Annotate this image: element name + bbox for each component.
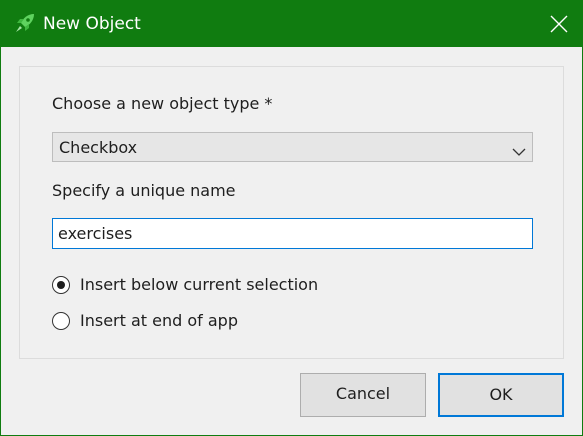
- unique-name-input[interactable]: [52, 218, 533, 249]
- ok-button[interactable]: OK: [438, 373, 564, 417]
- form-panel: Choose a new object type * Checkbox Spec…: [19, 66, 564, 359]
- close-button[interactable]: [542, 7, 576, 41]
- title-bar: New Object: [1, 1, 582, 47]
- cancel-button[interactable]: Cancel: [300, 373, 426, 417]
- close-icon: [550, 15, 568, 33]
- rocket-icon: [13, 11, 37, 35]
- radio-label: Insert at end of app: [80, 311, 238, 330]
- window-title: New Object: [43, 14, 141, 34]
- unique-name-label: Specify a unique name: [52, 181, 236, 200]
- radio-label: Insert below current selection: [80, 275, 319, 294]
- radio-button-unchecked[interactable]: [52, 312, 70, 330]
- object-type-label: Choose a new object type *: [52, 94, 273, 113]
- radio-button-checked[interactable]: [52, 276, 70, 294]
- chevron-down-icon: [512, 142, 526, 156]
- object-type-value: Checkbox: [59, 138, 138, 157]
- new-object-dialog: New Object Choose a new object type * Ch…: [0, 0, 583, 436]
- object-type-select[interactable]: Checkbox: [52, 132, 533, 162]
